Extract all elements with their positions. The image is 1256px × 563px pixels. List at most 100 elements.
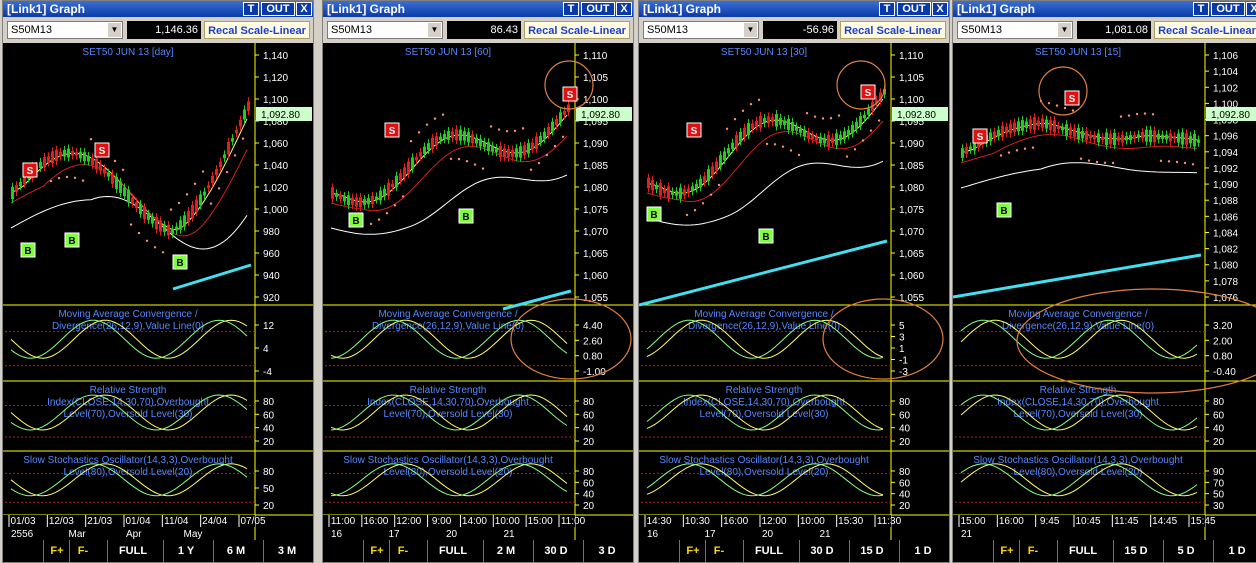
timeframe-button[interactable]: 15 D xyxy=(849,540,894,562)
sar-dot xyxy=(465,160,469,163)
timeframe-button[interactable]: 1 D xyxy=(1213,540,1256,562)
sar-dot xyxy=(385,212,389,215)
candle xyxy=(415,156,418,161)
window-titlebar[interactable]: [Link1] Graph T OUT X xyxy=(323,1,633,17)
candle xyxy=(843,131,846,140)
candle xyxy=(435,136,438,145)
t-button[interactable]: T xyxy=(879,2,895,16)
candle xyxy=(1181,132,1184,145)
zoom-in-button[interactable]: F+ xyxy=(363,540,390,562)
candle xyxy=(459,129,462,141)
price-tick: 1,104 xyxy=(1213,67,1238,78)
out-button[interactable]: OUT xyxy=(261,2,295,16)
window-titlebar[interactable]: [Link1] Graph T OUT X xyxy=(639,1,949,17)
rsi-label: Level(70),Oversold Level(30) xyxy=(64,409,193,420)
out-button[interactable]: OUT xyxy=(581,2,615,16)
t-button[interactable]: T xyxy=(243,2,259,16)
out-button[interactable]: OUT xyxy=(1211,2,1245,16)
sto-tick: 40 xyxy=(899,490,911,501)
candle xyxy=(387,182,390,196)
annotation-ellipse xyxy=(822,298,944,380)
sar-dot xyxy=(473,163,477,166)
chart-label: SET50 JUN 13 [60] xyxy=(405,47,491,58)
candle xyxy=(791,121,794,132)
graph-window[interactable]: [Link1] Graph T OUT X S50M13 ▼ -56.96 Recal Sca… xyxy=(638,0,950,563)
candle xyxy=(811,134,814,140)
sar-dot xyxy=(177,201,181,205)
recal-scale-button[interactable]: Recal Scale-Linear xyxy=(1154,21,1256,39)
full-button[interactable]: FULL xyxy=(1057,540,1108,562)
timeframe-button[interactable]: 3 D xyxy=(583,540,630,562)
rsi-tick: 60 xyxy=(263,410,275,421)
recal-scale-button[interactable]: Recal Scale-Linear xyxy=(524,21,630,39)
timeframe-button[interactable]: 30 D xyxy=(533,540,578,562)
chevron-down-icon[interactable]: ▼ xyxy=(744,23,757,37)
candle xyxy=(171,229,174,235)
candle xyxy=(1185,133,1188,145)
close-button[interactable]: X xyxy=(616,2,632,16)
symbol-select[interactable]: S50M13 ▼ xyxy=(643,21,759,39)
zoom-out-button[interactable]: F- xyxy=(705,540,732,562)
graph-window[interactable]: [Link1] Graph T OUT X S50M13 ▼ 1,081.08 Recal S… xyxy=(952,0,1256,563)
sar-dot xyxy=(765,142,769,146)
close-button[interactable]: X xyxy=(296,2,312,16)
timeframe-button[interactable]: 5 D xyxy=(1163,540,1208,562)
zoom-in-button[interactable]: F+ xyxy=(43,540,70,562)
candle xyxy=(1121,134,1124,143)
recal-scale-button[interactable]: Recal Scale-Linear xyxy=(840,21,946,39)
chart-area[interactable]: SET50 JUN 13 [30] 1,1101,1051,1001,0951,0… xyxy=(639,43,949,540)
close-button[interactable]: X xyxy=(1246,2,1256,16)
candle xyxy=(1137,134,1140,138)
candle xyxy=(523,145,526,156)
chevron-down-icon[interactable]: ▼ xyxy=(1058,23,1071,37)
chevron-down-icon[interactable]: ▼ xyxy=(108,23,121,37)
chart-area[interactable]: SET50 JUN 13 [day] 1,1401,1201,1001,0801,… xyxy=(3,43,313,540)
graph-window[interactable]: [Link1] Graph T OUT X S50M13 ▼ 1,146.36 Recal S… xyxy=(2,0,314,563)
timeframe-button[interactable]: 1 Y xyxy=(163,540,208,562)
sar-dot xyxy=(797,153,801,157)
candle xyxy=(1005,126,1008,134)
timeframe-button[interactable]: 30 D xyxy=(799,540,844,562)
sar-dot xyxy=(773,143,777,146)
zoom-out-button[interactable]: F- xyxy=(69,540,96,562)
window-titlebar[interactable]: [Link1] Graph T OUT X xyxy=(3,1,313,17)
timeframe-button[interactable]: 3 M xyxy=(263,540,310,562)
out-button[interactable]: OUT xyxy=(897,2,931,16)
time-tick: 15:30 xyxy=(838,516,863,527)
zoom-out-button[interactable]: F- xyxy=(1019,540,1046,562)
zoom-in-button[interactable]: F+ xyxy=(679,540,706,562)
timeframe-button[interactable]: 6 M xyxy=(213,540,258,562)
timeframe-button[interactable]: 2 M xyxy=(483,540,528,562)
candle xyxy=(1045,119,1048,129)
sar-dot xyxy=(999,154,1003,157)
close-button[interactable]: X xyxy=(932,2,948,16)
timeframe-button[interactable]: 15 D xyxy=(1113,540,1158,562)
chart-area[interactable]: SET50 JUN 13 [60] 1,1101,1051,1001,0951,0… xyxy=(323,43,633,540)
symbol-select[interactable]: S50M13 ▼ xyxy=(7,21,123,39)
full-button[interactable]: FULL xyxy=(743,540,794,562)
recal-scale-button[interactable]: Recal Scale-Linear xyxy=(204,21,310,39)
graph-window[interactable]: [Link1] Graph T OUT X S50M13 ▼ 86.43 Recal Scal… xyxy=(322,0,634,563)
sar-dot xyxy=(1103,161,1107,164)
chevron-down-icon[interactable]: ▼ xyxy=(428,23,441,37)
t-button[interactable]: T xyxy=(1193,2,1209,16)
symbol-select[interactable]: S50M13 ▼ xyxy=(327,21,443,39)
t-button[interactable]: T xyxy=(563,2,579,16)
full-button[interactable]: FULL xyxy=(107,540,158,562)
zoom-in-button[interactable]: F+ xyxy=(993,540,1020,562)
timeframe-button[interactable]: 1 D xyxy=(899,540,946,562)
zoom-out-button[interactable]: F- xyxy=(389,540,416,562)
date-tick: 17 xyxy=(389,529,401,540)
rsi-tick: 20 xyxy=(263,437,275,448)
candle xyxy=(1025,121,1028,128)
sar-dot xyxy=(1047,101,1051,105)
time-tick: 9:45 xyxy=(1040,516,1060,527)
full-button[interactable]: FULL xyxy=(427,540,478,562)
window-titlebar[interactable]: [Link1] Graph T OUT X xyxy=(953,1,1256,17)
price-tick: 1,090 xyxy=(899,139,924,150)
price-tick: 1,085 xyxy=(583,161,608,172)
chart-area[interactable]: SET50 JUN 13 [15] 1,1061,1041,1021,1001,0… xyxy=(953,43,1256,540)
sar-dot xyxy=(169,208,173,211)
signal-letter: B xyxy=(462,212,469,223)
symbol-select[interactable]: S50M13 ▼ xyxy=(957,21,1073,39)
